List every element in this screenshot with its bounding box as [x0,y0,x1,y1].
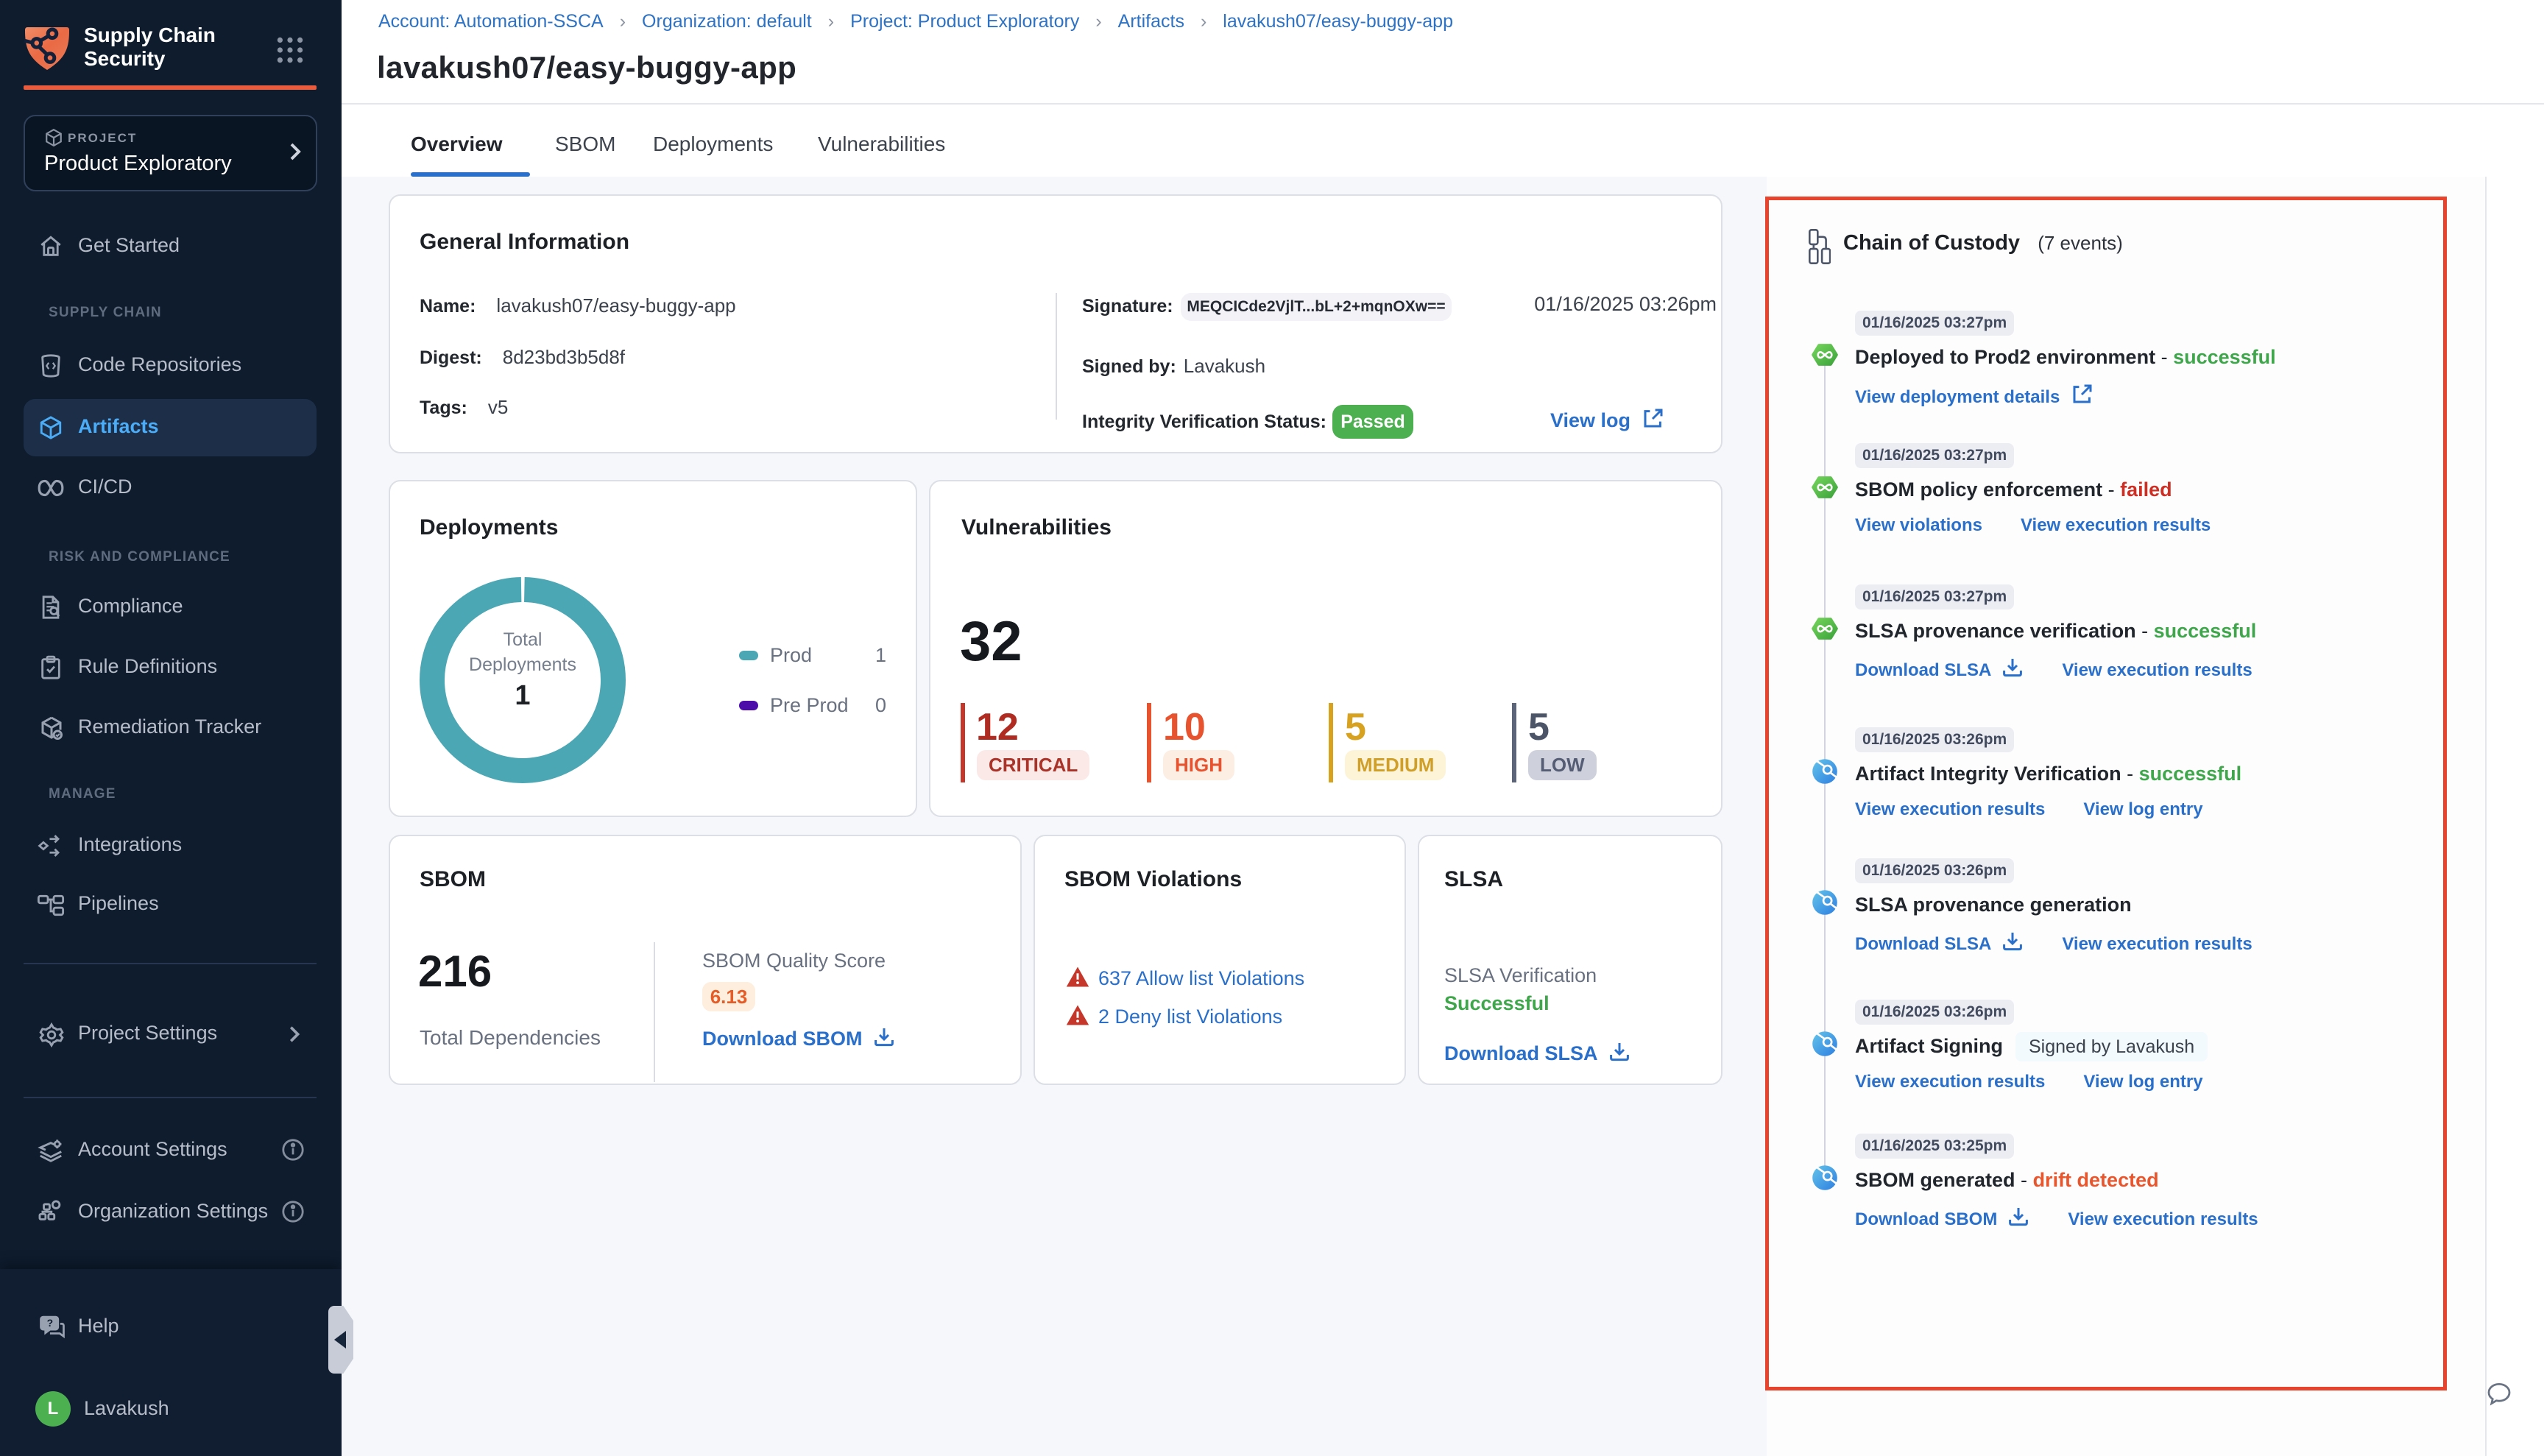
svg-text:?: ? [47,1317,54,1329]
